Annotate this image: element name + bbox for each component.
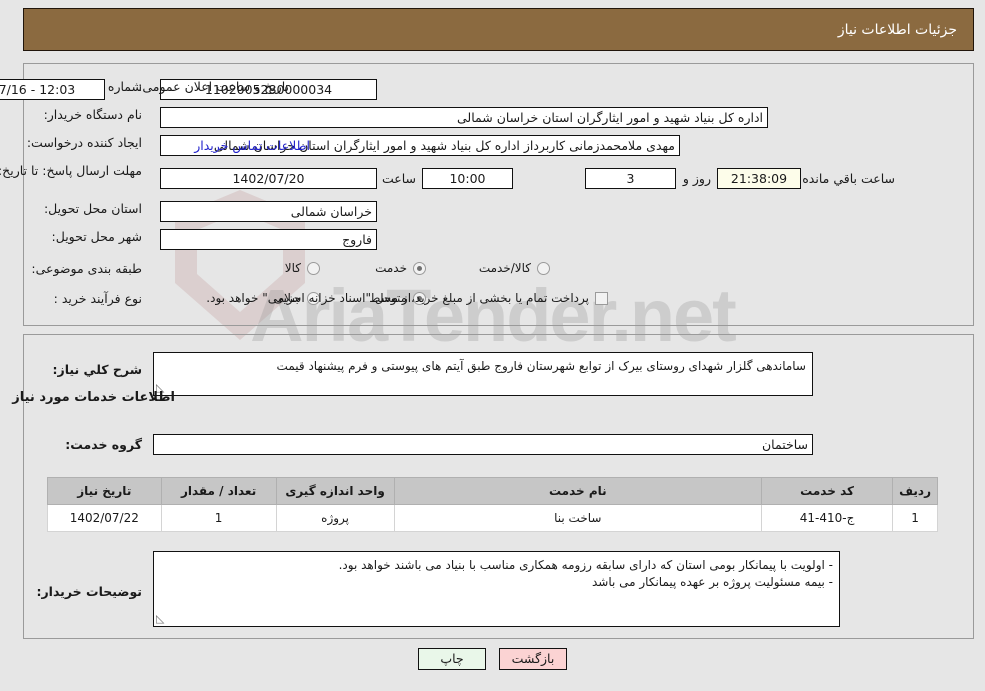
checkbox-treasury-icon[interactable] — [595, 291, 608, 305]
buyer-org-label-wrap: نام دستگاه خریدار: — [44, 107, 142, 122]
treasury-bond-option[interactable]: پرداخت تمام یا بخشی از مبلغ خرید،از محل … — [206, 291, 608, 305]
deadline-label: مهلت ارسال پاسخ: تا تاریخ: — [0, 163, 142, 178]
days-label: روز و — [682, 171, 711, 186]
need-desc-value: ساماندهی گلزار شهدای روستای بیرک از تواب… — [276, 359, 806, 373]
category-option-kala[interactable]: کالا — [285, 261, 320, 275]
province-field[interactable]: خراسان شمالی — [160, 201, 377, 222]
radio-kala-icon[interactable] — [307, 261, 320, 275]
category-label-wrap: طبقه بندی موضوعی: — [31, 261, 142, 276]
cell-name: ساخت بنا — [393, 504, 763, 532]
province-label: استان محل تحویل: — [43, 201, 142, 216]
category-option-kala-khedmat[interactable]: کالا/خدمت — [479, 261, 550, 275]
back-button[interactable]: بازگشت — [499, 648, 567, 670]
city-field[interactable]: فاروج — [160, 229, 377, 250]
table-row: 1 ج-410-41 ساخت بنا پروژه 1 1402/07/22 — [47, 504, 938, 532]
buyer-org-label: نام دستگاه خریدار: — [43, 107, 142, 122]
province-label-wrap: استان محل تحویل: — [44, 201, 142, 216]
radio-kala-khedmat-icon[interactable] — [537, 261, 550, 275]
buyer-notes-textarea[interactable]: - اولویت با پیمانکار بومی استان که دارای… — [153, 551, 840, 627]
city-label: شهر محل تحویل: — [51, 229, 142, 244]
requester-label: ایجاد کننده درخواست: — [26, 135, 142, 150]
cell-unit: پروژه — [275, 504, 395, 532]
page-root: AriaTender.net جزئیات اطلاعات نیاز شماره… — [0, 0, 985, 691]
requester-label-wrap: ایجاد کننده درخواست: — [27, 135, 142, 150]
service-group-field[interactable]: ساختمان — [153, 434, 813, 455]
th-need-date: تاریخ نیاز — [47, 477, 162, 505]
services-info-title: اطلاعات خدمات مورد نیاز — [12, 390, 175, 405]
cell-radif: 1 — [892, 504, 938, 532]
remaining-days-field[interactable]: 3 — [585, 168, 676, 189]
public-announce-label: تاریخ و ساعت اعلان عمومی: — [138, 79, 289, 94]
purchase-type-label: نوع فرآیند خرید : — [53, 291, 142, 306]
need-info-panel — [23, 63, 974, 326]
buyer-contact-link[interactable]: اطلاعات تماس خریدار — [194, 138, 310, 153]
city-label-wrap: شهر محل تحویل: — [52, 229, 142, 244]
treasury-bond-label: پرداخت تمام یا بخشی از مبلغ خرید،از محل … — [206, 291, 589, 305]
buyer-notes-label: توضیحات خریدار: — [36, 584, 142, 599]
category-option-kala-label: کالا — [284, 261, 301, 275]
category-option-kala-khedmat-label: کالا/خدمت — [478, 261, 531, 275]
countdown-field: 21:38:09 — [717, 168, 801, 189]
need-desc-textarea[interactable]: ساماندهی گلزار شهدای روستای بیرک از تواب… — [153, 352, 813, 396]
deadline-date-field[interactable]: 1402/07/20 — [160, 168, 377, 189]
services-table: ردیف کد خدمت نام خدمت واحد اندازه گیری ت… — [47, 477, 938, 532]
remaining-hours-label: ساعت باقي مانده — [802, 171, 895, 186]
need-desc-label: شرح کلي نیاز: — [52, 362, 142, 377]
deadline-label-wrap: مهلت ارسال پاسخ: تا تاریخ: — [0, 163, 142, 178]
footer-actions: بازگشت چاپ — [0, 648, 985, 670]
public-announce-field[interactable]: 12:03 - 1402/07/16 — [0, 79, 105, 100]
purchase-type-label-wrap: نوع فرآیند خرید : — [54, 291, 142, 306]
th-radif: ردیف — [892, 477, 938, 505]
print-button[interactable]: چاپ — [418, 648, 486, 670]
radio-khedmat-icon[interactable] — [413, 261, 426, 275]
hour-label: ساعت — [381, 171, 416, 186]
category-option-khedmat-label: خدمت — [375, 261, 407, 275]
buyer-notes-value: - اولویت با پیمانکار بومی استان که دارای… — [338, 558, 833, 589]
page-title: جزئیات اطلاعات نیاز — [837, 21, 957, 38]
cell-code: ج-410-41 — [761, 504, 894, 532]
th-unit: واحد اندازه گیری — [275, 477, 395, 505]
th-code: کد خدمت — [761, 477, 894, 505]
header-bar: جزئیات اطلاعات نیاز — [23, 8, 974, 51]
buyer-org-field[interactable]: اداره کل بنیاد شهید و امور ایثارگران است… — [160, 107, 768, 128]
th-name: نام خدمت — [393, 477, 763, 505]
public-announce-label-wrap: تاریخ و ساعت اعلان عمومی: — [138, 79, 289, 94]
cell-quantity: 1 — [160, 504, 277, 532]
category-label: طبقه بندی موضوعی: — [31, 261, 142, 276]
th-quantity: تعداد / مقدار — [160, 477, 277, 505]
table-header-row: ردیف کد خدمت نام خدمت واحد اندازه گیری ت… — [47, 477, 938, 505]
resize-grip-icon-notes[interactable]: ◿ — [156, 612, 168, 625]
deadline-time-field[interactable]: 10:00 — [422, 168, 513, 189]
service-group-label: گروه خدمت: — [65, 437, 142, 452]
category-option-khedmat[interactable]: خدمت — [375, 261, 426, 275]
cell-need-date: 1402/07/22 — [47, 504, 162, 532]
